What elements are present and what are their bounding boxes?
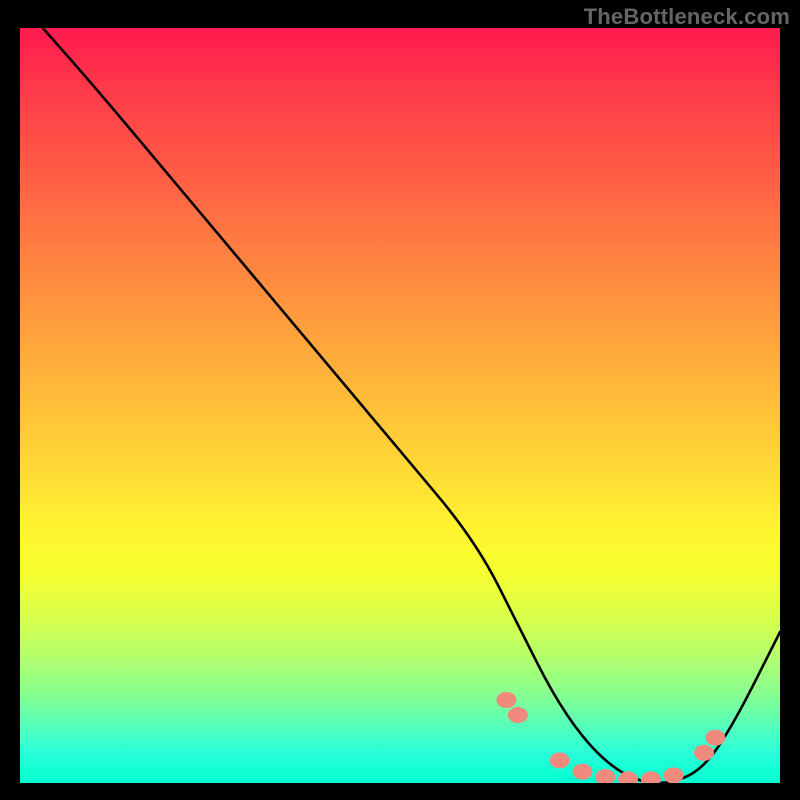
marker-dot <box>550 752 570 768</box>
attribution-label: TheBottleneck.com <box>584 4 790 30</box>
marker-dot <box>664 767 684 783</box>
marker-dot <box>694 745 714 761</box>
marker-dot <box>595 769 615 783</box>
chart-svg <box>20 28 780 783</box>
marker-dot <box>508 707 528 723</box>
marker-dot <box>572 764 592 780</box>
marker-dot <box>496 692 516 708</box>
curve-line <box>43 28 780 783</box>
chart-canvas: TheBottleneck.com <box>0 0 800 800</box>
marker-dot <box>705 730 725 746</box>
marker-dots <box>496 692 725 783</box>
marker-dot <box>641 771 661 783</box>
plot-area <box>20 28 780 783</box>
